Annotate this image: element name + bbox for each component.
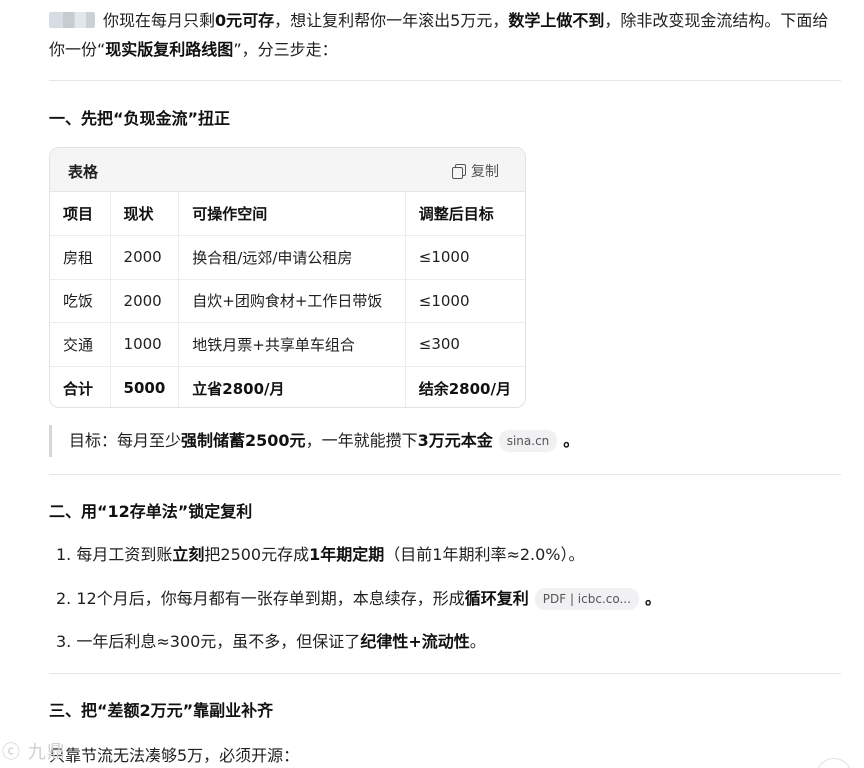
table-cell: 1000	[110, 322, 180, 367]
table-cell: 结余2800/月	[418, 379, 511, 398]
table-cell: 5000	[110, 366, 180, 407]
chat-response: 你现在每月只剩0元可存，想让复利帮你一年滚出5万元，数学上做不到，除非改变现金流…	[0, 0, 864, 768]
table-cell: 地铁月票+共享单车组合	[178, 322, 406, 367]
table-header-row: 项目 现状 可操作空间 调整后目标	[50, 192, 525, 236]
goal-blockquote: 目标：每月至少强制储蓄2500元，一年就能攒下3万元本金 sina.cn。	[49, 425, 749, 457]
table-cell: ≤300	[405, 322, 525, 367]
table-title: 表格	[68, 163, 99, 181]
list-item: 2. 12个月后，你每月都有一张存单到期，本息续存，形成循环复利 PDF | ic…	[56, 588, 661, 610]
section-2-title: 二、用“12存单法”锁定复利	[49, 502, 253, 521]
table-cell: 自炊+团购食材+工作日带饭	[178, 279, 406, 323]
table-cell: ≤1000	[405, 235, 525, 280]
table-row: 房租 2000 换合租/远郊/申请公租房 ≤1000	[50, 235, 525, 280]
copy-label: 复制	[471, 164, 499, 180]
table-header-bar: 表格 复制	[50, 148, 525, 192]
table-cell: ≤1000	[405, 279, 525, 323]
table-cell: 2000	[110, 279, 180, 323]
table-cell: 立省2800/月	[178, 366, 406, 407]
table-row: 交通 1000 地铁月票+共享单车组合 ≤300	[50, 322, 525, 367]
copy-button[interactable]: 复制	[452, 161, 499, 181]
column-header: 项目	[50, 192, 111, 236]
table-cell: 换合租/远郊/申请公租房	[178, 235, 406, 280]
blurred-name	[49, 12, 95, 28]
column-header: 现状	[110, 192, 180, 236]
divider	[49, 673, 841, 674]
source-chip-sina[interactable]: sina.cn	[498, 430, 558, 452]
copy-icon	[452, 164, 466, 179]
divider	[49, 474, 841, 475]
table-cell: 吃饭	[50, 279, 111, 323]
divider	[49, 80, 841, 81]
table-cell: 交通	[50, 322, 111, 367]
table-cell: 2000	[110, 235, 180, 280]
column-header: 调整后目标	[405, 192, 525, 236]
table-cell: 合计	[50, 366, 111, 407]
expense-table-card: 表格 复制 项目 现状 可操作空间 调整后目标 房租 2000 换合租/远郊/申…	[49, 147, 526, 408]
watermark-logo: ⓒ 九鼎	[2, 742, 66, 763]
list-item: 3. 一年后利息≈300元，虽不多，但保证了纪律性+流动性。	[56, 632, 486, 651]
table-cell: 房租	[50, 235, 111, 280]
footer-paragraph: 只靠节流无法凑够5万，必须开源：	[49, 746, 300, 765]
table-row: 吃饭 2000 自炊+团购食材+工作日带饭 ≤1000	[50, 279, 525, 323]
intro-paragraph: 你现在每月只剩0元可存，想让复利帮你一年滚出5万元，数学上做不到，除非改变现金流…	[49, 11, 829, 59]
expense-table: 项目 现状 可操作空间 调整后目标 房租 2000 换合租/远郊/申请公租房 ≤…	[50, 192, 525, 407]
table-total-row: 合计 5000 立省2800/月 结余2800/月	[50, 366, 525, 407]
list-item: 1. 每月工资到账立刻把2500元存成1年期定期（目前1年期利率≈2.0%）。	[56, 545, 585, 564]
source-chip-icbc[interactable]: PDF | icbc.co...	[534, 588, 639, 610]
scroll-down-button[interactable]	[816, 758, 852, 768]
section-3-title: 三、把“差额2万元”靠副业补齐	[49, 701, 274, 720]
column-header: 可操作空间	[178, 192, 406, 236]
section-1-title: 一、先把“负现金流”扭正	[49, 109, 231, 128]
